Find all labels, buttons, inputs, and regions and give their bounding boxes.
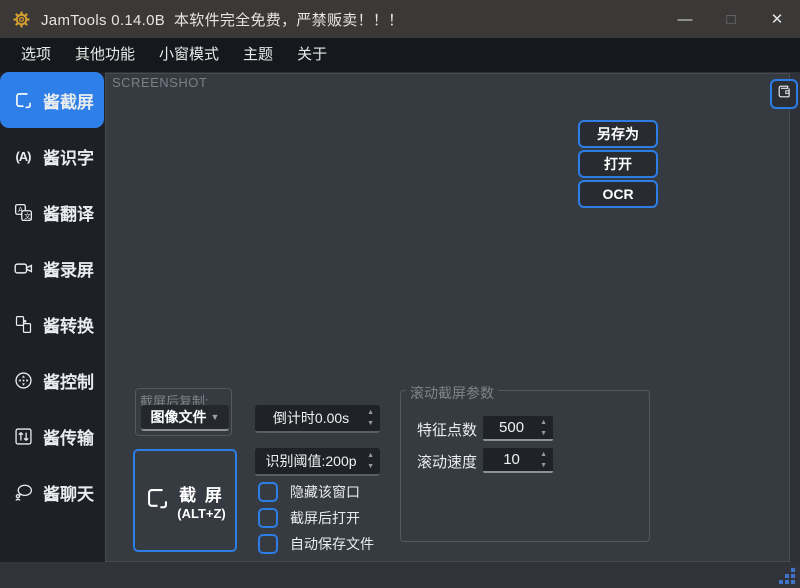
svg-text:A: A	[18, 206, 23, 213]
feature-points-label: 特征点数	[417, 419, 477, 440]
titlebar[interactable]: JamTools 0.14.0B 本软件完全免费，严禁贩卖！！！ — □ ✕	[0, 0, 800, 38]
save-as-button[interactable]: 另存为	[578, 120, 658, 148]
ocr-label: OCR	[602, 186, 633, 202]
spinner-arrows[interactable]: ▲ ▼	[367, 452, 380, 470]
spin-down-icon[interactable]: ▼	[540, 430, 547, 437]
menu-theme[interactable]: 主题	[231, 38, 285, 72]
menu-mini-window-mode[interactable]: 小窗模式	[147, 38, 231, 72]
jamtools-window: JamTools 0.14.0B 本软件完全免费，严禁贩卖！！！ — □ ✕ 选…	[0, 0, 800, 588]
spin-down-icon[interactable]: ▼	[540, 462, 547, 469]
capture-button-shortcut: (ALT+Z)	[177, 506, 226, 521]
auto-save-option: 自动保存文件	[258, 533, 374, 555]
spin-up-icon[interactable]: ▲	[540, 451, 547, 458]
screenshot-panel-title: SCREENSHOT	[112, 75, 207, 90]
minimize-button[interactable]: —	[662, 0, 708, 38]
recognition-threshold-spinbox[interactable]: 识别阈值:200p ▲ ▼	[255, 448, 380, 476]
feature-points-spinbox[interactable]: 500 ▲ ▼	[483, 416, 553, 441]
spin-up-icon[interactable]: ▲	[367, 452, 374, 459]
open-after-capture-option: 截屏后打开	[258, 507, 360, 529]
chevron-down-icon: ▼	[211, 412, 220, 422]
sidebar: 酱截屏 (A) 酱识字 A 文 酱翻译	[0, 72, 105, 562]
countdown-value: 倒计时0.00s	[255, 408, 367, 428]
auto-save-checkbox[interactable]	[258, 534, 278, 554]
svg-text:文: 文	[23, 211, 30, 220]
wallet-icon	[776, 83, 793, 105]
open-button[interactable]: 打开	[578, 150, 658, 178]
menu-other-functions[interactable]: 其他功能	[63, 38, 147, 72]
open-after-capture-checkbox[interactable]	[258, 508, 278, 528]
sidebar-item-label: 酱传输	[43, 424, 94, 449]
hide-window-option: 隐藏该窗口	[258, 481, 360, 503]
spin-down-icon[interactable]: ▼	[367, 463, 374, 470]
sidebar-item-control[interactable]: 酱控制	[0, 352, 104, 408]
chat-icon	[12, 481, 34, 503]
scroll-capture-params-title: 滚动截屏参数	[406, 383, 498, 403]
sidebar-item-label: 酱识字	[43, 144, 94, 169]
sidebar-item-ocr[interactable]: (A) 酱识字	[0, 128, 104, 184]
control-icon	[12, 369, 34, 391]
sidebar-item-label: 酱聊天	[43, 480, 94, 505]
hide-window-checkbox[interactable]	[258, 482, 278, 502]
open-label: 打开	[604, 154, 632, 174]
ocr-icon: (A)	[12, 145, 34, 167]
spin-down-icon[interactable]: ▼	[367, 420, 374, 427]
capture-button[interactable]: 截 屏 (ALT+Z)	[133, 449, 237, 552]
spin-up-icon[interactable]: ▲	[367, 409, 374, 416]
sidebar-item-label: 酱转换	[43, 312, 94, 337]
sidebar-item-translate[interactable]: A 文 酱翻译	[0, 184, 104, 240]
translate-icon: A 文	[12, 201, 34, 223]
sidebar-item-chat[interactable]: 酱聊天	[0, 464, 104, 520]
window-title: JamTools 0.14.0B 本软件完全免费，严禁贩卖！！！	[41, 9, 403, 30]
crop-icon	[144, 485, 171, 517]
spinner-arrows[interactable]: ▲ ▼	[367, 409, 380, 427]
menu-options[interactable]: 选项	[9, 38, 63, 72]
ocr-button[interactable]: OCR	[578, 180, 658, 208]
sidebar-item-label: 酱截屏	[43, 88, 94, 113]
hide-window-label: 隐藏该窗口	[290, 482, 360, 502]
menu-about[interactable]: 关于	[285, 38, 339, 72]
sidebar-item-transfer[interactable]: 酱传输	[0, 408, 104, 464]
scroll-speed-value: 10	[483, 451, 540, 468]
open-after-capture-label: 截屏后打开	[290, 508, 360, 528]
sidebar-item-label: 酱翻译	[43, 200, 94, 225]
feature-points-value: 500	[483, 419, 540, 436]
spin-up-icon[interactable]: ▲	[540, 419, 547, 426]
copy-format-dropdown[interactable]: 图像文件 ▼	[141, 405, 229, 431]
spinner-arrows[interactable]: ▲ ▼	[540, 451, 553, 469]
sidebar-item-screenshot[interactable]: 酱截屏	[0, 72, 104, 128]
copy-format-value: 图像文件	[151, 407, 207, 427]
crop-icon	[12, 89, 34, 111]
scroll-speed-label: 滚动速度	[417, 451, 477, 472]
status-strip	[0, 562, 800, 588]
countdown-spinbox[interactable]: 倒计时0.00s ▲ ▼	[255, 405, 380, 433]
maximize-button[interactable]: □	[708, 0, 754, 38]
sidebar-item-record[interactable]: 酱录屏	[0, 240, 104, 296]
gallery-button[interactable]	[770, 79, 798, 109]
menubar: 选项 其他功能 小窗模式 主题 关于	[0, 38, 800, 72]
scroll-speed-spinbox[interactable]: 10 ▲ ▼	[483, 448, 553, 473]
transfer-icon	[12, 425, 34, 447]
close-button[interactable]: ✕	[754, 0, 800, 38]
sidebar-item-label: 酱控制	[43, 368, 94, 393]
spinner-arrows[interactable]: ▲ ▼	[540, 419, 553, 437]
resize-grip[interactable]	[779, 568, 795, 584]
capture-button-label: 截 屏	[179, 481, 224, 506]
threshold-value: 识别阈值:200p	[255, 451, 367, 471]
window-controls: — □ ✕	[662, 0, 800, 38]
sidebar-item-convert[interactable]: 酱转换	[0, 296, 104, 352]
camera-icon	[12, 257, 34, 279]
app-gear-icon	[12, 10, 31, 29]
sidebar-item-label: 酱录屏	[43, 256, 94, 281]
auto-save-label: 自动保存文件	[290, 534, 374, 554]
save-as-label: 另存为	[597, 124, 639, 144]
convert-icon	[12, 313, 34, 335]
